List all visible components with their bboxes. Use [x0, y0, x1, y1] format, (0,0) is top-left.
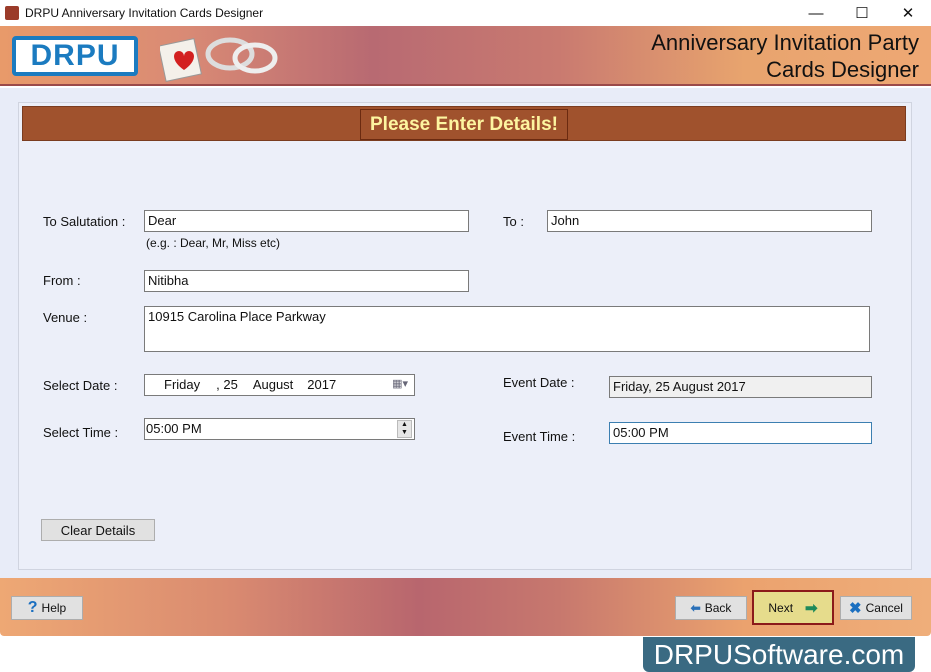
- cancel-button[interactable]: ✖ Cancel: [840, 596, 912, 620]
- back-label: Back: [704, 601, 732, 615]
- back-arrow-icon: ⬅: [690, 601, 701, 615]
- date-picker[interactable]: Friday , 25 August 2017 ▦▾: [144, 374, 415, 396]
- to-label: To :: [503, 214, 524, 229]
- app-icon: [5, 6, 19, 20]
- select-time-label: Select Time :: [43, 425, 119, 440]
- venue-input[interactable]: 10915 Carolina Place Parkway: [144, 306, 870, 352]
- minimize-button[interactable]: —: [793, 0, 839, 26]
- drpusoftware-watermark: DRPUSoftware.com: [643, 637, 915, 672]
- to-input[interactable]: John: [547, 210, 872, 232]
- date-weekday[interactable]: Friday: [164, 377, 200, 393]
- time-picker[interactable]: 05:00 PM: [144, 418, 415, 440]
- drpu-logo: DRPU: [12, 36, 138, 76]
- title-bar: DRPU Anniversary Invitation Cards Design…: [0, 0, 931, 26]
- next-arrow-icon: ➡: [805, 599, 818, 617]
- event-date-field: Friday, 25 August 2017: [609, 376, 872, 398]
- select-date-label: Select Date :: [43, 378, 118, 393]
- back-button[interactable]: ⬅ Back: [675, 596, 747, 620]
- help-label: Help: [41, 601, 67, 615]
- from-input[interactable]: Nitibha: [144, 270, 469, 292]
- banner: DRPU Anniversary Invitation Party Cards …: [0, 26, 931, 86]
- date-day[interactable]: , 25: [216, 377, 238, 393]
- date-month[interactable]: August: [253, 377, 293, 393]
- calendar-dropdown-icon[interactable]: ▦▾: [392, 377, 408, 390]
- close-button[interactable]: ✕: [885, 0, 931, 26]
- salutation-hint: (e.g. : Dear, Mr, Miss etc): [146, 236, 281, 250]
- window-title: DRPU Anniversary Invitation Cards Design…: [25, 6, 264, 20]
- clear-details-button[interactable]: Clear Details: [41, 519, 155, 541]
- event-date-label: Event Date :: [503, 375, 575, 390]
- banner-title-line1: Anniversary Invitation Party: [651, 30, 919, 55]
- venue-label: Venue :: [43, 310, 88, 325]
- header-bar: Please Enter Details!: [22, 106, 906, 141]
- salutation-input[interactable]: Dear: [144, 210, 469, 232]
- cancel-label: Cancel: [865, 601, 903, 615]
- next-label: Next: [768, 600, 794, 615]
- header-label: Please Enter Details!: [360, 109, 568, 140]
- cancel-x-icon: ✖: [849, 600, 862, 617]
- help-icon: ?: [27, 599, 38, 616]
- event-time-field[interactable]: 05:00 PM: [609, 422, 872, 444]
- maximize-button[interactable]: ☐: [839, 0, 885, 26]
- next-button[interactable]: Next ➡: [752, 590, 834, 625]
- from-label: From :: [43, 273, 81, 288]
- banner-title-line2: Cards Designer: [766, 57, 919, 82]
- date-year[interactable]: 2017: [307, 377, 336, 393]
- rings-image-icon: [160, 37, 278, 82]
- help-button[interactable]: ? Help: [11, 596, 83, 620]
- salutation-label: To Salutation :: [43, 214, 126, 229]
- time-spinner-icon[interactable]: ▲ ▼: [397, 420, 412, 438]
- event-time-label: Event Time :: [503, 429, 576, 444]
